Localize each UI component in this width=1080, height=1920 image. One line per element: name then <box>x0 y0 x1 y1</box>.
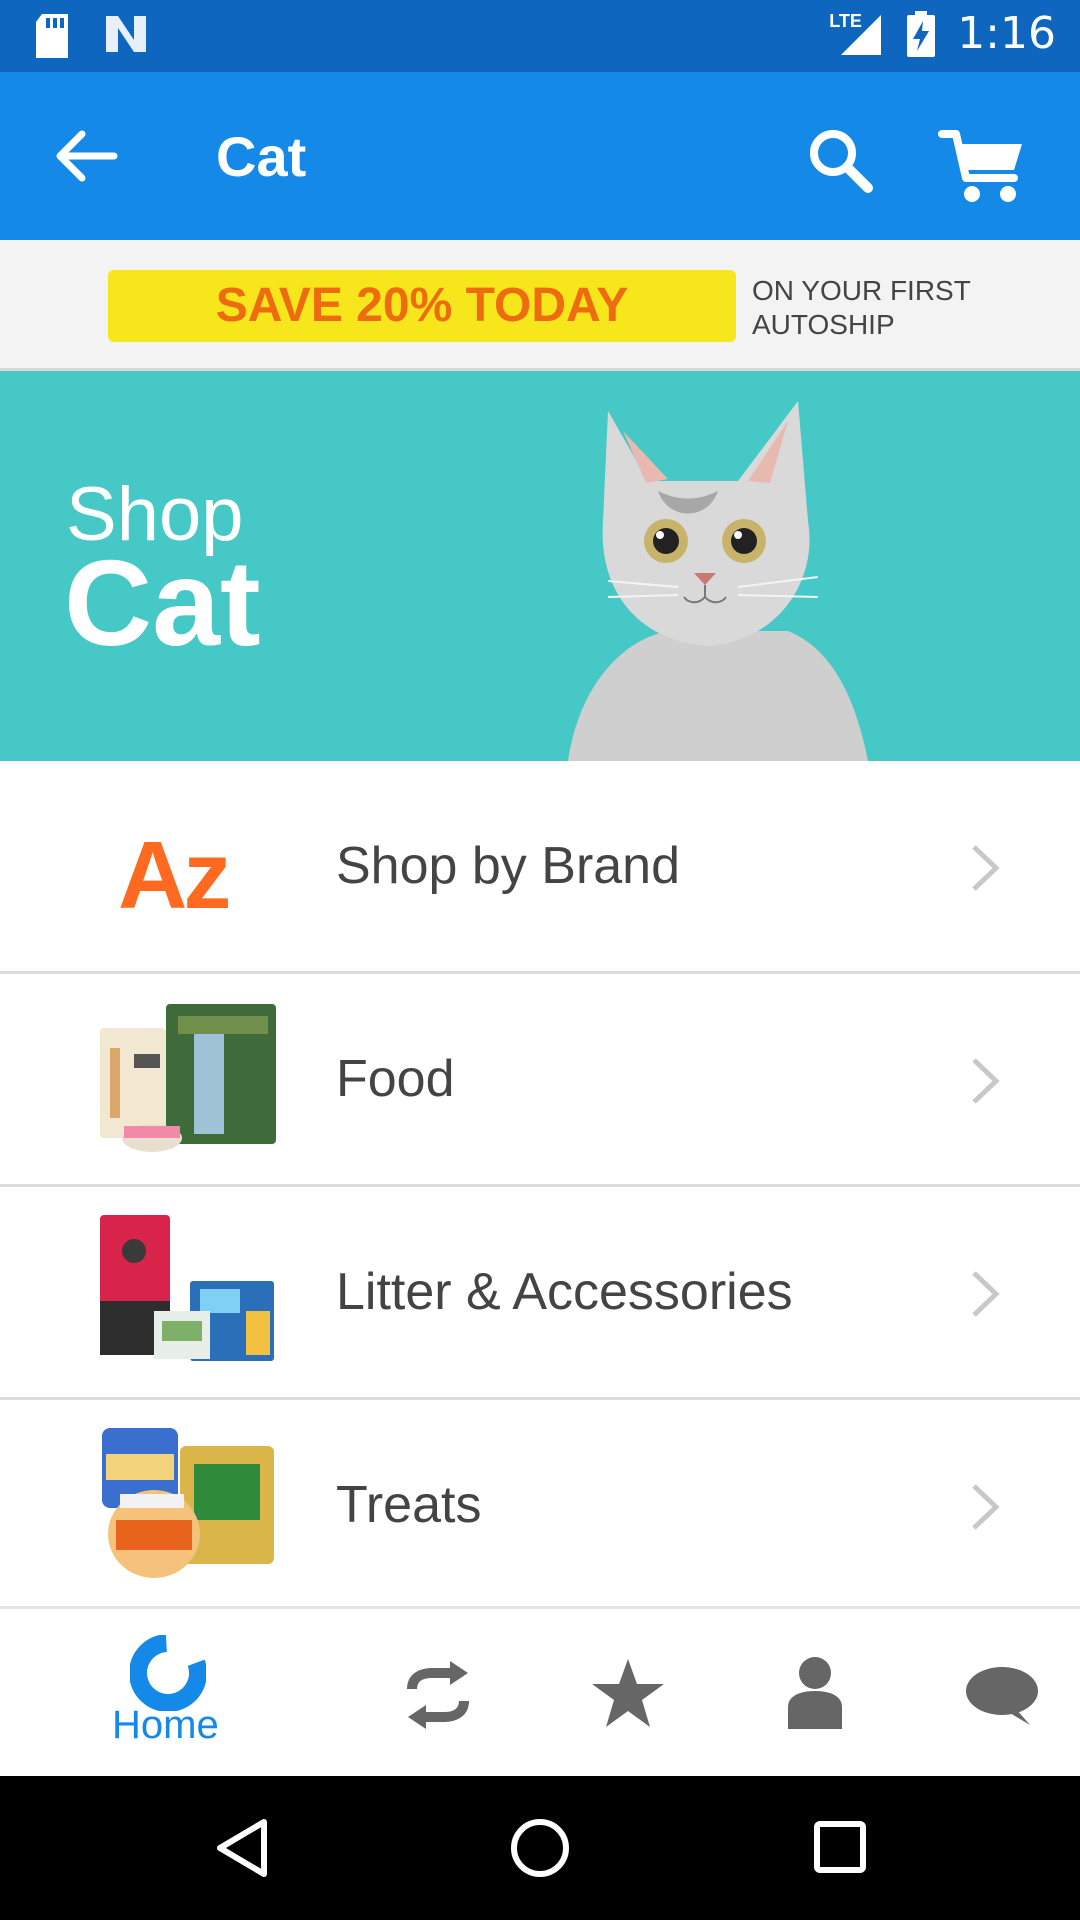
az-brand-icon: Az <box>118 822 231 929</box>
promo-subtext: ON YOUR FIRST AUTOSHIP <box>752 275 971 340</box>
back-arrow-icon[interactable] <box>50 126 120 186</box>
category-row-shop-by-brand[interactable]: Az Shop by Brand <box>0 761 1080 974</box>
status-bar: LTE 1:16 <box>0 0 1080 72</box>
category-label: Shop by Brand <box>336 837 681 895</box>
chat-icon <box>966 1667 1038 1725</box>
nav-home-label: Home <box>112 1703 219 1747</box>
autoship-icon <box>407 1661 469 1729</box>
profile-icon <box>788 1657 842 1729</box>
category-label: Food <box>336 1050 455 1108</box>
treats-products-image <box>102 1428 274 1578</box>
cart-icon[interactable] <box>938 126 1026 206</box>
home-circle-icon[interactable] <box>508 1816 572 1880</box>
battery-charging-icon <box>907 10 936 57</box>
category-label: Treats <box>336 1476 482 1534</box>
chevron-right-icon <box>972 845 1000 891</box>
clock: 1:16 <box>957 8 1056 59</box>
chevron-right-icon <box>972 1058 1000 1104</box>
kitten-image <box>568 401 868 761</box>
star-icon <box>592 1659 664 1727</box>
page-title: Cat <box>216 125 307 188</box>
n-notification-icon <box>106 16 146 52</box>
category-row-litter[interactable]: Litter & Accessories <box>0 1187 1080 1400</box>
nav-account[interactable] <box>786 1655 844 1734</box>
nav-autoship[interactable] <box>404 1659 472 1736</box>
chevron-right-icon <box>972 1271 1000 1317</box>
app-bar: Cat <box>0 72 1080 240</box>
category-label: Litter & Accessories <box>336 1263 793 1321</box>
search-icon[interactable] <box>806 126 876 196</box>
nav-favorites[interactable] <box>590 1657 666 1734</box>
home-icon <box>129 1634 207 1712</box>
recents-square-icon[interactable] <box>812 1818 868 1878</box>
hero-line-2: Cat <box>64 535 261 671</box>
back-triangle-icon[interactable] <box>214 1816 270 1880</box>
lte-signal-icon: LTE <box>829 11 885 57</box>
category-list: Az Shop by Brand Food Litter & Accessori… <box>0 761 1080 1613</box>
system-navigation-bar <box>0 1776 1080 1920</box>
category-row-treats[interactable]: Treats <box>0 1400 1080 1613</box>
bottom-navigation: Home <box>0 1606 1080 1779</box>
shop-cat-hero-banner[interactable]: Shop Cat <box>0 371 1080 761</box>
litter-products-image <box>100 1215 274 1361</box>
cat-food-products-image <box>100 1004 276 1152</box>
sd-card-icon <box>36 14 68 58</box>
promo-badge: SAVE 20% TODAY <box>108 270 736 342</box>
autoship-promo-banner[interactable]: SAVE 20% TODAY ON YOUR FIRST AUTOSHIP <box>0 240 1080 371</box>
category-row-food[interactable]: Food <box>0 974 1080 1187</box>
chevron-right-icon <box>972 1484 1000 1530</box>
nav-chat[interactable] <box>964 1665 1040 1734</box>
